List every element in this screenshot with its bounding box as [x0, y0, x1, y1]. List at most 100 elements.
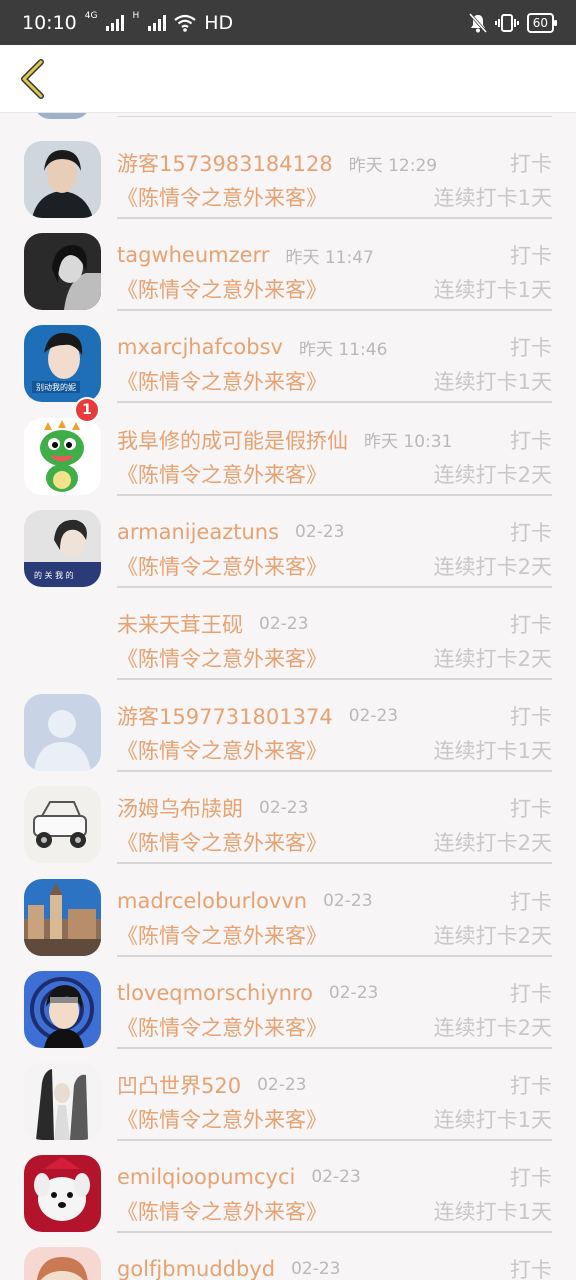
wifi-icon	[174, 14, 196, 32]
row-header: mxarcjhafcobsv 昨天 11:46 打卡	[117, 332, 552, 362]
timestamp: 02-23	[257, 1075, 307, 1095]
username[interactable]: emilqioopumcyci	[117, 1165, 295, 1189]
row-header: armanijeaztuns 02-23 打卡	[117, 517, 552, 547]
timestamp: 02-23	[348, 706, 399, 727]
avatar[interactable]	[24, 1063, 101, 1140]
book-title[interactable]: 《陈情令之意外来客》	[117, 274, 327, 304]
book-title[interactable]: 《陈情令之意外来客》	[117, 827, 327, 857]
streak-count: 连续打卡2天	[433, 462, 552, 487]
book-title[interactable]: 《陈情令之意外来客》	[117, 1104, 327, 1134]
row-header: 我阜修的成可能是假挢仙 昨天 10:31 打卡	[117, 425, 552, 455]
timestamp: 02-23	[328, 982, 379, 1003]
book-title[interactable]: 《陈情令之意外来客》	[117, 643, 327, 673]
battery-icon: 60	[526, 12, 558, 33]
back-button[interactable]	[12, 57, 52, 101]
list-item[interactable]: 未来天茸王砚 02-23 打卡 《陈情令之意外来客》 连续打卡2天	[0, 581, 576, 680]
row-header: tloveqmorschiynro 02-23 打卡	[117, 978, 552, 1008]
row-detail: 《陈情令之意外来客》 连续打卡2天	[117, 459, 552, 489]
checkin-list[interactable]: 游客1573983184128 昨天 12:29 打卡 《陈情令之意外来客》 连续打卡1…	[0, 113, 576, 1280]
list-item[interactable]: tagwheumzerr 昨天 11:47 打卡 《陈情令之意外来客》 连续打卡1天	[0, 212, 576, 312]
streak-count: 连续打卡1天	[433, 186, 552, 210]
avatar[interactable]	[24, 233, 101, 311]
list-item[interactable]: emilqioopumcyci 02-23 打卡 《陈情令之意外来客》 连续打卡1天	[0, 1134, 576, 1234]
row-header: emilqioopumcyci 02-23 打卡	[117, 1162, 552, 1192]
row-header: 游客1573983184128 昨天 12:29 打卡	[117, 148, 552, 178]
avatar[interactable]	[24, 417, 101, 495]
avatar[interactable]	[24, 694, 101, 772]
list-item[interactable]: 1 我阜修的成可能是假挢仙 昨天 10:31 打卡《陈情令之意外来客》 连续打卡2天	[0, 396, 576, 496]
username[interactable]: madrceloburlovvn	[117, 889, 307, 913]
book-title[interactable]: 《陈情令之意外来客》	[117, 459, 327, 489]
notification-badge: 1	[74, 396, 100, 423]
streak-count: 连续打卡2天	[433, 554, 552, 579]
streak-count: 连续打卡1天	[433, 370, 552, 395]
row-header: 凹凸世界520 02-23 打卡	[117, 1070, 552, 1100]
username[interactable]: tagwheumzerr	[117, 243, 269, 267]
row-detail: 《陈情令之意外来客》 连续打卡1天	[117, 366, 552, 396]
row-header: golfjbmuddbyd 02-23 打卡	[117, 1254, 552, 1280]
streak-count: 连续打卡2天	[433, 923, 552, 948]
checkin-label: 打卡	[510, 705, 552, 730]
streak-count: 连续打卡1天	[433, 1108, 552, 1132]
avatar[interactable]	[24, 786, 101, 864]
timestamp: 02-23	[259, 614, 309, 634]
status-bar: 10:10 4G H HD 60	[0, 0, 576, 45]
checkin-label: 打卡	[510, 797, 552, 822]
avatar[interactable]: 别动我的妮	[24, 325, 101, 403]
timestamp: 昨天 10:31	[364, 432, 453, 453]
book-title[interactable]: 《陈情令之意外来客》	[117, 920, 327, 950]
username[interactable]: 游客1597731801374	[117, 701, 333, 731]
username[interactable]: golfjbmuddbyd	[117, 1257, 275, 1280]
list-item[interactable]: tloveqmorschiynro 02-23 打卡 《陈情令之意外来客》 连续打卡2天	[0, 950, 576, 1049]
username[interactable]: armanijeaztuns	[117, 520, 279, 544]
avatar[interactable]	[24, 141, 101, 218]
list-item[interactable]: 别动我的妮 mxarcjhafcobsv 昨天 11:46 打卡《陈情令之意外来客》 连…	[0, 304, 576, 404]
book-title[interactable]: 《陈情令之意外来客》	[117, 551, 327, 581]
book-title[interactable]: 《陈情令之意外来客》	[117, 1012, 327, 1042]
row-detail: 《陈情令之意外来客》 连续打卡1天	[117, 182, 552, 212]
username[interactable]: 汤姆乌布牍朗	[117, 793, 243, 823]
row-header: madrceloburlovvn 02-23 打卡	[117, 886, 552, 916]
book-title[interactable]: 《陈情令之意外来客》	[117, 735, 327, 765]
avatar[interactable]	[24, 1155, 101, 1233]
username[interactable]: 未来天茸王砚	[117, 609, 243, 639]
username[interactable]: 凹凸世界520	[117, 1070, 241, 1100]
signal-icon-2	[148, 14, 167, 31]
row-header: tagwheumzerr 昨天 11:47 打卡	[117, 240, 552, 270]
checkin-label: 打卡	[510, 428, 552, 453]
row-detail: 《陈情令之意外来客》 连续打卡2天	[117, 551, 552, 581]
username[interactable]: 游客1573983184128	[117, 148, 333, 178]
avatar[interactable]: 的 关 我 的	[24, 509, 101, 587]
timestamp: 02-23	[311, 1167, 361, 1188]
avatar[interactable]	[24, 1247, 101, 1280]
avatar[interactable]	[24, 970, 101, 1048]
username[interactable]: mxarcjhafcobsv	[117, 335, 283, 359]
list-item[interactable]: madrceloburlovvn 02-23 打卡 《陈情令之意外来客》 连续打卡2天	[0, 858, 576, 957]
timestamp: 02-23	[291, 1259, 341, 1280]
username[interactable]: 我阜修的成可能是假挢仙	[117, 425, 348, 455]
row-detail: 《陈情令之意外来客》 连续打卡2天	[117, 920, 552, 950]
username[interactable]: tloveqmorschiynro	[117, 981, 313, 1005]
checkin-label: 打卡	[510, 1074, 552, 1098]
wifi-label: HD	[204, 11, 234, 34]
timestamp: 昨天 11:46	[298, 339, 388, 360]
list-item[interactable]: 汤姆乌布牍朗 02-23 打卡 《陈情令之意外来客》 连续打卡2天	[0, 765, 576, 865]
list-item[interactable]: 游客1573983184128 昨天 12:29 打卡 《陈情令之意外来客》 连续打卡1…	[0, 120, 576, 219]
checkin-label: 打卡	[510, 336, 552, 361]
signal-icon	[106, 14, 125, 31]
checkin-label: 打卡	[510, 1166, 552, 1191]
checkin-label: 打卡	[510, 1258, 552, 1280]
chevron-left-icon	[21, 59, 44, 99]
list-item[interactable]: 凹凸世界520 02-23 打卡《陈情令之意外来客》 连续打卡1天	[0, 1042, 576, 1141]
book-title[interactable]: 《陈情令之意外来客》	[117, 1196, 327, 1226]
list-item[interactable]: golfjbmuddbyd02-23打卡《陈情令之意外来客》连续打卡1天	[0, 1226, 576, 1280]
book-title[interactable]: 《陈情令之意外来客》	[117, 366, 327, 396]
timestamp: 02-23	[323, 890, 373, 911]
svg-text:别动我的妮: 别动我的妮	[36, 382, 76, 392]
svg-text:的 关 我 的: 的 关 我 的	[34, 570, 74, 580]
list-item[interactable]: 的 关 我 的 armanijeaztuns 02-23 打卡 《陈情令之意外来客》 连续…	[0, 489, 576, 588]
book-title[interactable]: 《陈情令之意外来客》	[117, 182, 327, 212]
row-detail: 《陈情令之意外来客》 连续打卡1天	[117, 1104, 552, 1134]
avatar[interactable]	[24, 878, 101, 956]
list-item[interactable]: 游客1597731801374 02-23 打卡 《陈情令之意外来客》 连续打卡1天	[0, 673, 576, 773]
